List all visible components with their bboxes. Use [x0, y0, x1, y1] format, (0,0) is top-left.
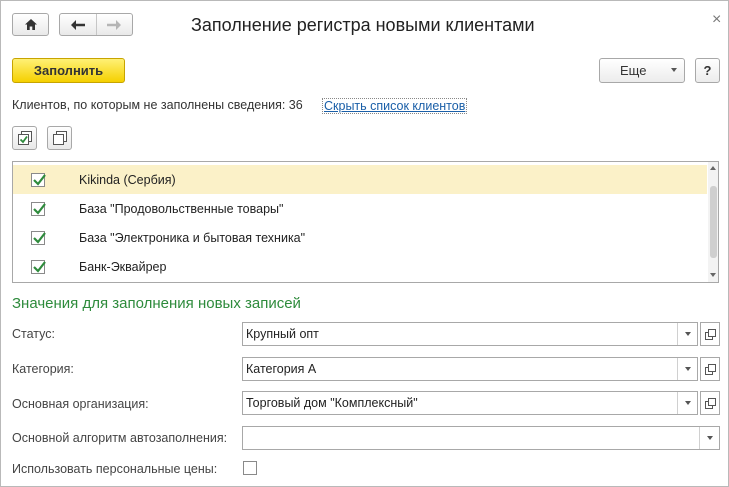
organization-value: Торговый дом "Комплексный"	[246, 396, 418, 410]
list-item[interactable]: База "Продовольственные товары"	[13, 194, 707, 223]
client-name: База "Продовольственные товары"	[79, 201, 284, 216]
chevron-down-icon	[671, 68, 677, 72]
list-item[interactable]: Банк-Эквайрер	[13, 252, 707, 281]
personal-prices-checkbox[interactable]	[243, 461, 257, 475]
check-all-button[interactable]	[12, 126, 37, 150]
hide-clients-link[interactable]: Скрыть список клиентов	[322, 98, 468, 114]
status-label: Статус:	[12, 327, 55, 341]
checkmark-icon	[33, 260, 46, 273]
chevron-down-icon	[684, 332, 691, 336]
chevron-down-icon	[706, 436, 713, 440]
uncheck-all-icon	[52, 131, 67, 145]
client-name: Kikinda (Сербия)	[79, 172, 176, 187]
scroll-thumb[interactable]	[710, 186, 717, 258]
autofill-algorithm-dropdown-button[interactable]	[699, 427, 719, 449]
list-item[interactable]: Kikinda (Сербия)	[13, 165, 707, 194]
row-checkbox[interactable]	[31, 259, 46, 274]
status-dropdown-button[interactable]	[677, 323, 697, 345]
clients-count-text: Клиентов, по которым не заполнены сведен…	[12, 98, 303, 112]
close-icon[interactable]: ×	[712, 11, 721, 29]
chevron-down-icon	[684, 367, 691, 371]
uncheck-all-button[interactable]	[47, 126, 72, 150]
organization-open-button[interactable]	[700, 391, 720, 415]
checkmark-icon	[33, 202, 46, 215]
personal-prices-label: Использовать персональные цены:	[12, 462, 218, 476]
section-title: Значения для заполнения новых записей	[12, 295, 301, 312]
back-button[interactable]	[60, 14, 96, 35]
status-field[interactable]: Крупный опт	[242, 322, 698, 346]
organization-field[interactable]: Торговый дом "Комплексный"	[242, 391, 698, 415]
category-value: Категория А	[246, 362, 317, 376]
clients-list[interactable]: Kikinda (Сербия) База "Продовольственные…	[12, 161, 719, 283]
checkmark-icon	[33, 231, 46, 244]
home-icon	[24, 19, 37, 30]
autofill-algorithm-label: Основной алгоритм автозаполнения:	[12, 431, 228, 445]
row-checkbox[interactable]	[31, 201, 46, 216]
open-form-icon	[704, 363, 716, 375]
status-open-button[interactable]	[700, 322, 720, 346]
more-button-label: Еще	[620, 63, 647, 78]
client-name: Банк-Эквайрер	[79, 259, 167, 274]
fill-button[interactable]: Заполнить	[12, 58, 125, 83]
open-form-icon	[704, 397, 716, 409]
organization-dropdown-button[interactable]	[677, 392, 697, 414]
category-dropdown-button[interactable]	[677, 358, 697, 380]
organization-label: Основная организация:	[12, 397, 149, 411]
chevron-down-icon	[684, 401, 691, 405]
autofill-algorithm-field[interactable]	[242, 426, 720, 450]
row-checkbox[interactable]	[31, 172, 46, 187]
checkmark-icon	[33, 173, 46, 186]
list-scrollbar[interactable]	[708, 162, 718, 282]
home-button[interactable]	[12, 13, 49, 36]
arrow-right-icon	[107, 19, 122, 30]
row-checkbox[interactable]	[31, 230, 46, 245]
history-nav	[59, 13, 133, 36]
dialog-window: Заполнение регистра новыми клиентами × З…	[0, 0, 729, 487]
category-label: Категория:	[12, 362, 74, 376]
forward-button[interactable]	[95, 14, 133, 35]
open-form-icon	[704, 328, 716, 340]
client-name: База "Электроника и бытовая техника"	[79, 230, 306, 245]
check-all-icon	[17, 131, 32, 145]
category-open-button[interactable]	[700, 357, 720, 381]
category-field[interactable]: Категория А	[242, 357, 698, 381]
page-title: Заполнение регистра новыми клиентами	[191, 15, 535, 35]
status-value: Крупный опт	[246, 327, 319, 341]
scroll-up-icon[interactable]	[710, 166, 716, 170]
list-item[interactable]: База "Электроника и бытовая техника"	[13, 223, 707, 252]
scroll-down-icon[interactable]	[710, 273, 716, 277]
arrow-left-icon	[70, 19, 85, 30]
help-button[interactable]: ?	[695, 58, 720, 83]
more-button[interactable]: Еще	[599, 58, 685, 83]
